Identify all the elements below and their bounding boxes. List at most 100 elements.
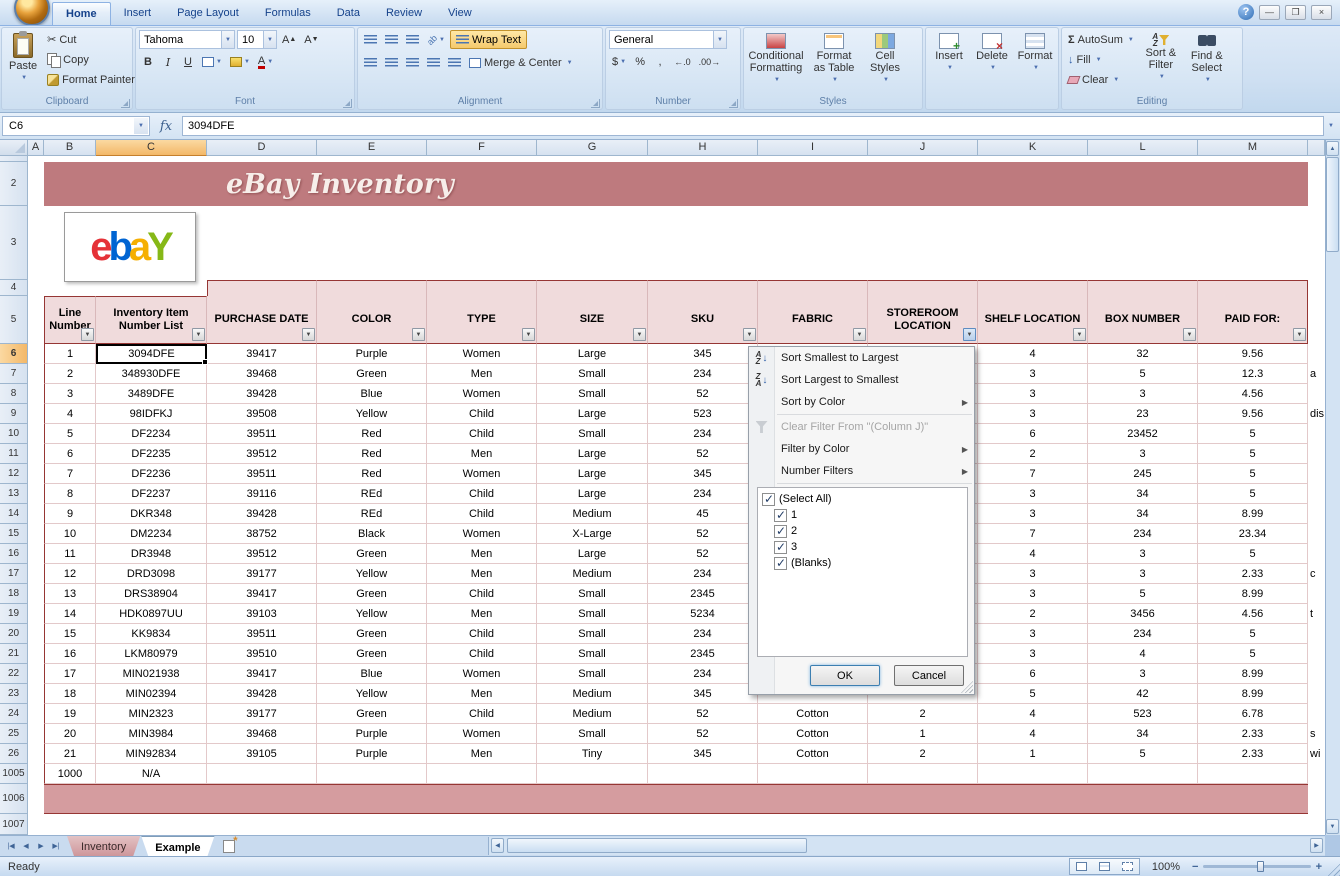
cell-C7[interactable]: 348930DFE [96, 364, 207, 384]
paste-button[interactable]: Paste▼ [5, 30, 41, 94]
insert-cells-button[interactable]: Insert▼ [929, 30, 969, 94]
fill-color-button[interactable]: ▼ [227, 53, 253, 71]
row-header-8[interactable]: 8 [0, 384, 28, 404]
cell-C16[interactable]: DR3948 [96, 544, 207, 564]
cell-L25[interactable]: 34 [1088, 724, 1198, 744]
row-header-19[interactable]: 19 [0, 604, 28, 624]
row-header-7[interactable]: 7 [0, 364, 28, 384]
clipboard-dialog-launcher-icon[interactable] [121, 99, 130, 108]
cell-D18[interactable]: 39417 [207, 584, 317, 604]
cell-K17[interactable]: 3 [978, 564, 1088, 584]
cell-N24[interactable] [1308, 704, 1325, 724]
cell-F21[interactable]: Child [427, 644, 537, 664]
cell-M25[interactable]: 2.33 [1198, 724, 1308, 744]
cell-C17[interactable]: DRD3098 [96, 564, 207, 584]
column-header-B[interactable]: B [44, 140, 96, 156]
cell-F8[interactable]: Women [427, 384, 537, 404]
cell-M22[interactable]: 8.99 [1198, 664, 1308, 684]
cell-G17[interactable]: Medium [537, 564, 648, 584]
filter-menu-item-4[interactable]: Filter by Color▶ [749, 438, 974, 460]
cell-N16[interactable] [1308, 544, 1325, 564]
cell-A17[interactable] [28, 564, 44, 584]
cell-H19[interactable]: 5234 [648, 604, 758, 624]
column-header-K[interactable]: K [978, 140, 1088, 156]
cell-N20[interactable] [1308, 624, 1325, 644]
cell-K9[interactable]: 3 [978, 404, 1088, 424]
filter-button-J[interactable]: ▼ [963, 328, 976, 341]
cell-C26[interactable]: MIN92834 [96, 744, 207, 764]
cell-K13[interactable]: 3 [978, 484, 1088, 504]
cell-B9[interactable]: 4 [44, 404, 96, 424]
cell-N10[interactable] [1308, 424, 1325, 444]
cell-E8[interactable]: Blue [317, 384, 427, 404]
cell-N21[interactable] [1308, 644, 1325, 664]
column-header-F[interactable]: F [427, 140, 537, 156]
format-painter-button[interactable]: Format Painter [44, 70, 138, 89]
cell-I26[interactable]: Cotton [758, 744, 868, 764]
formula-bar-expand-icon[interactable]: ▼ [1324, 116, 1338, 136]
cell-E6[interactable]: Purple [317, 344, 427, 364]
cell-M24[interactable]: 6.78 [1198, 704, 1308, 724]
filter-button-G[interactable]: ▼ [633, 328, 646, 341]
cell-C20[interactable]: KK9834 [96, 624, 207, 644]
cell-M26[interactable]: 2.33 [1198, 744, 1308, 764]
cell-H15[interactable]: 52 [648, 524, 758, 544]
row-header-6[interactable]: 6 [0, 344, 28, 364]
column-header-C[interactable]: C [96, 140, 207, 156]
cell-D9[interactable]: 39508 [207, 404, 317, 424]
cell-B22[interactable]: 17 [44, 664, 96, 684]
cell-L14[interactable]: 34 [1088, 504, 1198, 524]
cell-D1005[interactable] [207, 764, 317, 784]
cell-H23[interactable]: 345 [648, 684, 758, 704]
cell-G15[interactable]: X-Large [537, 524, 648, 544]
cell-F6[interactable]: Women [427, 344, 537, 364]
font-size-combo[interactable]: 10▼ [237, 30, 277, 49]
filter-checkbox-item-3[interactable]: 3 [760, 539, 965, 555]
filter-checkbox-item-1[interactable]: 1 [760, 507, 965, 523]
cell-N12[interactable] [1308, 464, 1325, 484]
conditional-formatting-button[interactable]: Conditional Formatting▼ [747, 30, 805, 94]
cell-M23[interactable]: 8.99 [1198, 684, 1308, 704]
cell-H1005[interactable] [648, 764, 758, 784]
cell-B17[interactable]: 12 [44, 564, 96, 584]
cut-button[interactable]: ✂Cut [44, 30, 138, 49]
cell-M15[interactable]: 23.34 [1198, 524, 1308, 544]
cell-A10[interactable] [28, 424, 44, 444]
cell-C24[interactable]: MIN2323 [96, 704, 207, 724]
cell-D11[interactable]: 39512 [207, 444, 317, 464]
cell-C12[interactable]: DF2236 [96, 464, 207, 484]
row-header-9[interactable]: 9 [0, 404, 28, 424]
cell-E17[interactable]: Yellow [317, 564, 427, 584]
cell-F10[interactable]: Child [427, 424, 537, 444]
filter-menu-item-1[interactable]: ZA↓Sort Largest to Smallest [749, 369, 974, 391]
copy-button[interactable]: Copy [44, 50, 138, 69]
cell-G9[interactable]: Large [537, 404, 648, 424]
cell-G20[interactable]: Small [537, 624, 648, 644]
cell-G12[interactable]: Large [537, 464, 648, 484]
cell-K15[interactable]: 7 [978, 524, 1088, 544]
cell-B6[interactable]: 1 [44, 344, 96, 364]
help-icon[interactable]: ? [1238, 4, 1254, 20]
filter-menu-item-0[interactable]: AZ↓Sort Smallest to Largest [749, 347, 974, 369]
row-header-12[interactable]: 12 [0, 464, 28, 484]
italic-button[interactable]: I [159, 53, 177, 71]
cell-A9[interactable] [28, 404, 44, 424]
cell-C18[interactable]: DRS38904 [96, 584, 207, 604]
cell-F12[interactable]: Women [427, 464, 537, 484]
cell-D16[interactable]: 39512 [207, 544, 317, 564]
cell-H13[interactable]: 234 [648, 484, 758, 504]
cell-H17[interactable]: 234 [648, 564, 758, 584]
cell-N18[interactable] [1308, 584, 1325, 604]
filter-button-C[interactable]: ▼ [192, 328, 205, 341]
filter-checkbox-item-4[interactable]: (Blanks) [760, 555, 965, 571]
normal-view-icon[interactable] [1070, 859, 1093, 874]
row-header-4[interactable]: 4 [0, 280, 28, 296]
cell-F11[interactable]: Men [427, 444, 537, 464]
cell-M18[interactable]: 8.99 [1198, 584, 1308, 604]
cell-B26[interactable]: 21 [44, 744, 96, 764]
format-as-table-button[interactable]: Format as Table▼ [808, 30, 860, 94]
tab-formulas[interactable]: Formulas [252, 2, 324, 25]
cell-D22[interactable]: 39417 [207, 664, 317, 684]
cell-M20[interactable]: 5 [1198, 624, 1308, 644]
cell-D13[interactable]: 39116 [207, 484, 317, 504]
